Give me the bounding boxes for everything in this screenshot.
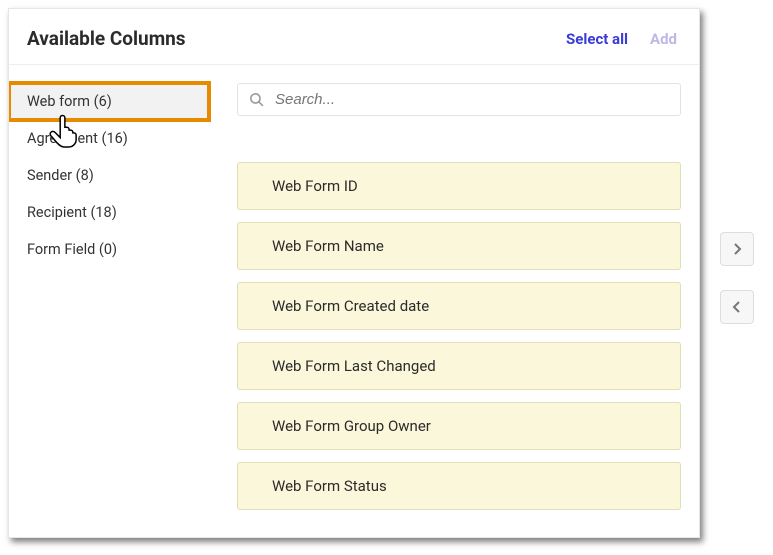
search-input[interactable] [275,91,670,108]
column-item[interactable]: Web Form Created date [237,282,681,330]
move-right-button[interactable] [720,232,754,266]
category-sender[interactable]: Sender (8) [9,157,209,194]
category-web-form[interactable]: Web form (6) [9,83,209,120]
chevron-right-icon [732,242,742,256]
column-list: Web Form ID Web Form Name Web Form Creat… [237,162,681,510]
category-form-field[interactable]: Form Field (0) [9,231,209,268]
available-columns-panel: Available Columns Select all Add Web for… [8,8,700,538]
column-item[interactable]: Web Form Group Owner [237,402,681,450]
column-item[interactable]: Web Form Name [237,222,681,270]
category-recipient[interactable]: Recipient (18) [9,194,209,231]
column-item[interactable]: Web Form ID [237,162,681,210]
category-agreement[interactable]: Agreement (16) [9,120,209,157]
column-item[interactable]: Web Form Status [237,462,681,510]
panel-body: Web form (6) Agreement (16) Sender (8) R… [9,65,699,537]
search-box[interactable] [237,83,681,116]
chevron-left-icon [732,300,742,314]
panel-header: Available Columns Select all Add [9,9,699,65]
move-left-button[interactable] [720,290,754,324]
add-button[interactable]: Add [650,30,677,48]
search-icon [248,91,265,108]
panel-title: Available Columns [27,27,544,50]
select-all-button[interactable]: Select all [566,30,628,48]
category-sidebar: Web form (6) Agreement (16) Sender (8) R… [9,65,209,537]
column-item[interactable]: Web Form Last Changed [237,342,681,390]
columns-content: Web Form ID Web Form Name Web Form Creat… [209,65,699,537]
